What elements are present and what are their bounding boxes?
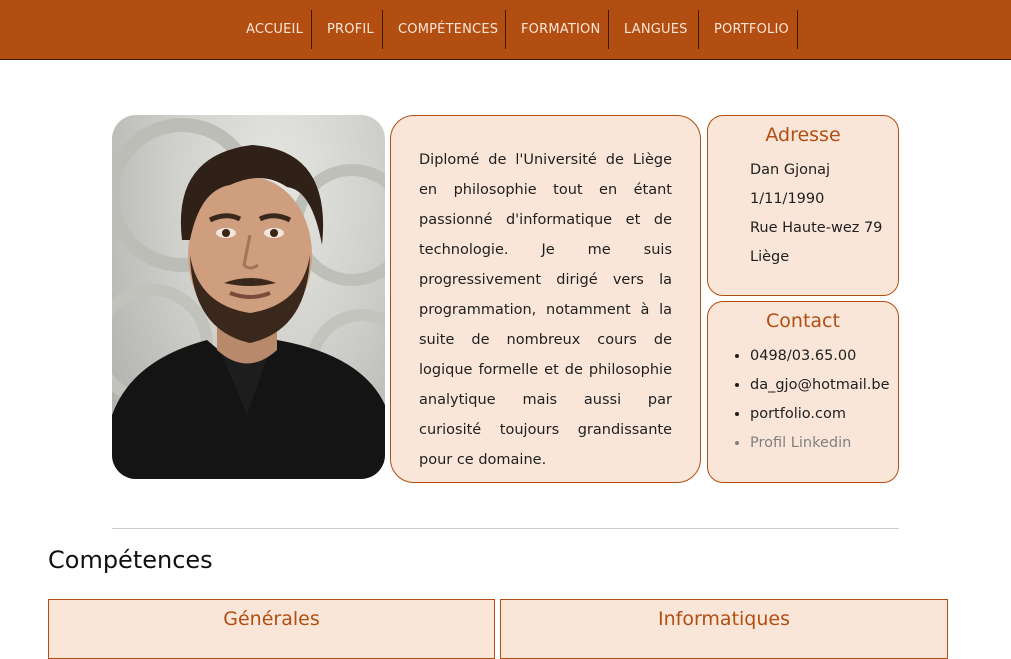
contact-linkedin-link[interactable]: Profil Linkedin xyxy=(750,429,898,458)
nav-item-formation[interactable]: FORMATION xyxy=(506,10,609,49)
address-title: Adresse xyxy=(765,124,841,146)
it-skills-panel: Informatiques xyxy=(500,599,948,659)
contact-title: Contact xyxy=(766,310,840,332)
section-divider xyxy=(112,528,899,529)
nav-item-portfolio[interactable]: PORTFOLIO xyxy=(699,10,798,49)
nav-item-langues[interactable]: LANGUES xyxy=(609,10,699,49)
nav-item-accueil[interactable]: ACCUEIL xyxy=(236,10,312,49)
general-skills-panel: Générales xyxy=(48,599,495,659)
top-navbar: ACCUEIL PROFIL COMPÉTENCES FORMATION LAN… xyxy=(0,0,1011,60)
nav-item-competences[interactable]: COMPÉTENCES xyxy=(383,10,506,49)
address-list: Dan Gjonaj 1/11/1990 Rue Haute-wez 79 Li… xyxy=(708,156,898,272)
bio-text: Diplomé de l'Université de Liège en phil… xyxy=(419,152,672,468)
contact-card: Contact 0498/03.65.00 da_gjo@hotmail.be … xyxy=(707,301,899,483)
nav-menu: ACCUEIL PROFIL COMPÉTENCES FORMATION LAN… xyxy=(236,10,798,49)
general-skills-title: Générales xyxy=(223,608,320,630)
it-skills-title: Informatiques xyxy=(657,608,790,630)
contact-portfolio-link[interactable]: portfolio.com xyxy=(750,400,898,429)
contact-list: 0498/03.65.00 da_gjo@hotmail.be portfoli… xyxy=(708,342,898,458)
nav-item-profil[interactable]: PROFIL xyxy=(312,10,383,49)
profile-photo xyxy=(112,115,385,479)
contact-phone: 0498/03.65.00 xyxy=(750,342,898,371)
skills-section-title: Compétences xyxy=(48,546,213,574)
address-birthdate: 1/11/1990 xyxy=(750,191,825,207)
address-city: Liège xyxy=(750,249,790,265)
address-card: Adresse Dan Gjonaj 1/11/1990 Rue Haute-w… xyxy=(707,115,899,296)
contact-email[interactable]: da_gjo@hotmail.be xyxy=(750,371,898,400)
address-name: Dan Gjonaj xyxy=(750,162,831,178)
bio-card: Diplomé de l'Université de Liège en phil… xyxy=(390,115,701,483)
address-street: Rue Haute-wez 79 xyxy=(750,220,883,236)
